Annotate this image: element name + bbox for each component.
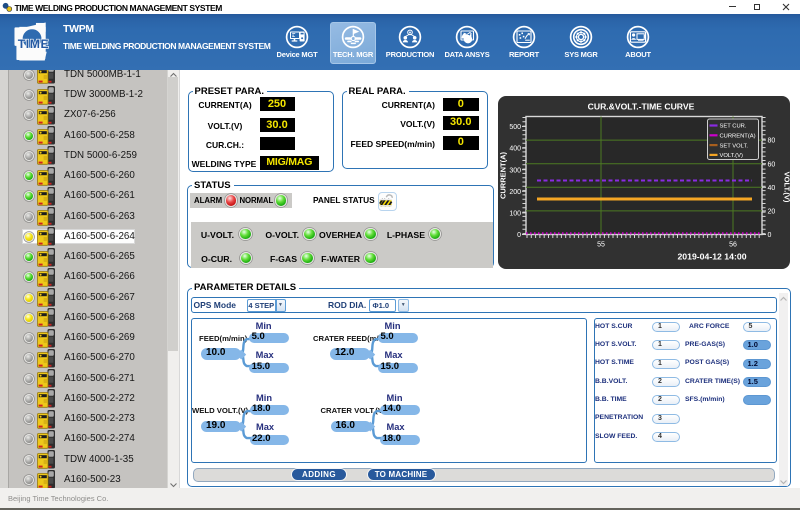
svg-text:200: 200	[509, 188, 521, 195]
svg-text:55: 55	[597, 241, 605, 248]
svg-text:CURRENT(A): CURRENT(A)	[499, 151, 508, 199]
svg-text:40: 40	[768, 184, 776, 191]
svg-text:80: 80	[768, 137, 776, 144]
svg-text:VOLT.(V): VOLT.(V)	[783, 171, 791, 202]
svg-text:CUR.&VOLT.-TIME CURVE: CUR.&VOLT.-TIME CURVE	[588, 101, 695, 111]
svg-text:500: 500	[509, 124, 521, 131]
svg-text:2019-04-12 14:00: 2019-04-12 14:00	[677, 251, 746, 261]
svg-text:VOLT.(V): VOLT.(V)	[720, 153, 743, 159]
svg-text:60: 60	[768, 161, 776, 168]
svg-text:CURRENT(A): CURRENT(A)	[720, 133, 756, 139]
svg-text:SET CUR.: SET CUR.	[720, 123, 747, 129]
svg-text:20: 20	[768, 208, 776, 215]
svg-text:100: 100	[509, 210, 521, 217]
svg-text:TIME: TIME	[18, 37, 49, 51]
svg-text:0: 0	[768, 232, 772, 239]
svg-text:400: 400	[509, 145, 521, 152]
svg-text:56: 56	[729, 241, 737, 248]
svg-text:SET VOLT.: SET VOLT.	[720, 143, 749, 149]
svg-text:300: 300	[509, 167, 521, 174]
svg-text:0: 0	[517, 232, 521, 239]
